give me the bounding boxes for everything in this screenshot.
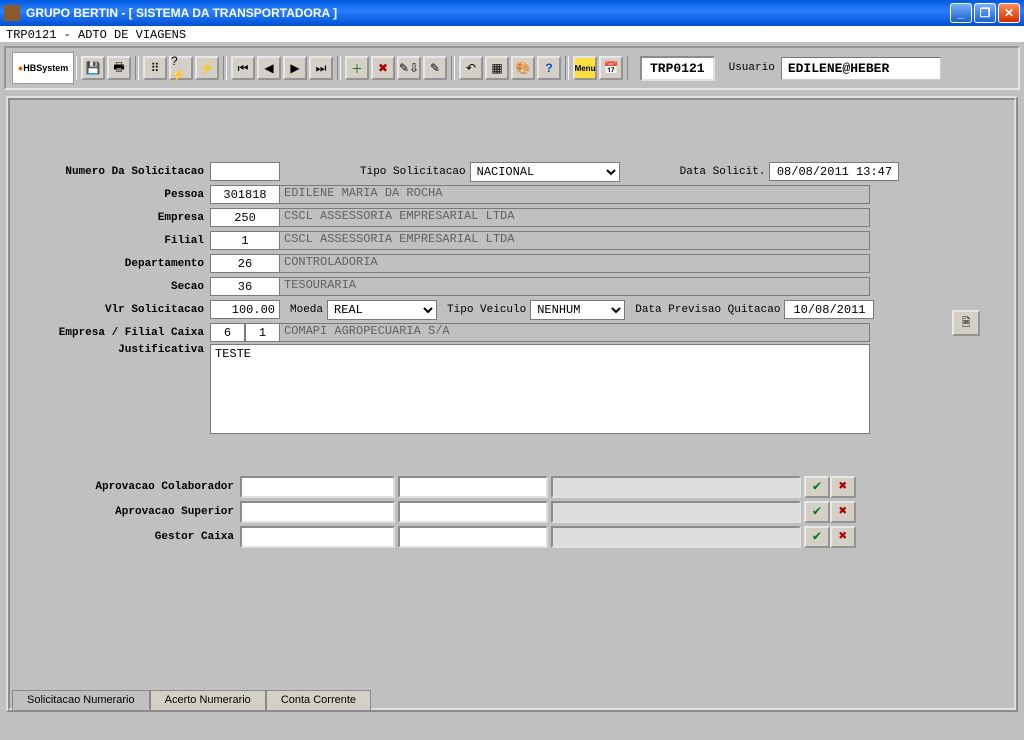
add-icon[interactable]: ＋ bbox=[345, 56, 369, 80]
screen-code: TRP0121 bbox=[640, 56, 715, 81]
label-aprov-superior: Aprovacao Superior bbox=[30, 506, 240, 518]
label-vlr: Vlr Solicitacao bbox=[30, 304, 210, 316]
aprov-colab-cell1 bbox=[240, 476, 395, 498]
menu-icon[interactable]: Menu bbox=[573, 56, 597, 80]
vendor-logo: ●HBSystem bbox=[12, 52, 74, 84]
tool-icon-1[interactable]: ⠿ bbox=[143, 56, 167, 80]
screen-subtitle: TRP0121 - ADTO DE VIAGENS bbox=[0, 26, 1024, 44]
lightning-icon[interactable]: ⚡ bbox=[195, 56, 219, 80]
undo-icon[interactable]: ↶ bbox=[459, 56, 483, 80]
grid-icon[interactable]: ▦ bbox=[485, 56, 509, 80]
print-icon[interactable]: 🖶 bbox=[107, 56, 131, 80]
aprov-sup-cell1 bbox=[240, 501, 395, 523]
label-aprov-colab: Aprovacao Colaborador bbox=[30, 481, 240, 493]
next-record-icon[interactable]: ▶ bbox=[283, 56, 307, 80]
select-moeda[interactable]: REAL bbox=[327, 300, 437, 320]
input-empresa-cod[interactable] bbox=[210, 208, 280, 227]
select-tipo[interactable]: NACIONAL bbox=[470, 162, 620, 182]
form-workspace: Numero Da Solicitacao Tipo Solicitacao N… bbox=[6, 96, 1018, 712]
display-pessoa-nome: EDILENE MARIA DA ROCHA bbox=[280, 185, 870, 204]
label-gestor-caixa: Gestor Caixa bbox=[30, 531, 240, 543]
label-emp-filial-caixa: Empresa / Filial Caixa bbox=[30, 327, 210, 339]
label-tipo-veiculo: Tipo Veiculo bbox=[437, 304, 530, 316]
label-justificativa: Justificativa bbox=[30, 344, 210, 356]
palette-icon[interactable]: 🎨 bbox=[511, 56, 535, 80]
tab-solicitacao[interactable]: Solicitacao Numerario bbox=[12, 690, 150, 710]
input-pessoa-cod[interactable] bbox=[210, 185, 280, 204]
aprov-colab-reject-button[interactable]: ✖ bbox=[830, 476, 856, 498]
textarea-justificativa[interactable]: TESTE bbox=[210, 344, 870, 434]
input-departamento-cod[interactable] bbox=[210, 254, 280, 273]
input-numero[interactable] bbox=[210, 162, 280, 181]
label-empresa: Empresa bbox=[30, 212, 210, 224]
select-tipo-veiculo[interactable]: NENHUM bbox=[530, 300, 625, 320]
main-toolbar: ●HBSystem 💾 🖶 ⠿ ?⚡ ⚡ ⏮ ◀ ▶ ⏭ ＋ ✖ ✎⇩ ✎ ↶ … bbox=[4, 46, 1020, 90]
usuario-label: Usuario bbox=[729, 62, 775, 74]
input-data-prev[interactable] bbox=[784, 300, 874, 319]
delete-icon[interactable]: ✖ bbox=[371, 56, 395, 80]
prev-record-icon[interactable]: ◀ bbox=[257, 56, 281, 80]
gestor-cell2 bbox=[398, 526, 548, 548]
help-icon[interactable]: ? bbox=[537, 56, 561, 80]
wizard-icon[interactable]: ?⚡ bbox=[169, 56, 193, 80]
input-emp-caixa[interactable] bbox=[210, 323, 245, 342]
input-data-solicit[interactable] bbox=[769, 162, 899, 181]
aprov-sup-reject-button[interactable]: ✖ bbox=[830, 501, 856, 523]
display-secao-nome: TESOURARIA bbox=[280, 277, 870, 296]
side-action-button[interactable]: 🗎 bbox=[952, 310, 980, 336]
input-secao-cod[interactable] bbox=[210, 277, 280, 296]
label-pessoa: Pessoa bbox=[30, 189, 210, 201]
minimize-button[interactable]: _ bbox=[950, 3, 972, 23]
gestor-cell1 bbox=[240, 526, 395, 548]
gestor-cell3 bbox=[551, 526, 801, 548]
window-title: GRUPO BERTIN - [ SISTEMA DA TRANSPORTADO… bbox=[26, 6, 950, 20]
first-record-icon[interactable]: ⏮ bbox=[231, 56, 255, 80]
label-data-prev: Data Previsao Quitacao bbox=[625, 304, 784, 316]
aprov-sup-cell3 bbox=[551, 501, 801, 523]
aprov-sup-cell2 bbox=[398, 501, 548, 523]
aprov-colab-cell2 bbox=[398, 476, 548, 498]
bottom-tabs: Solicitacao Numerario Acerto Numerario C… bbox=[12, 689, 371, 709]
usuario-value: EDILENE@HEBER bbox=[781, 57, 941, 80]
input-filial-caixa[interactable] bbox=[245, 323, 280, 342]
gestor-reject-button[interactable]: ✖ bbox=[830, 526, 856, 548]
label-secao: Secao bbox=[30, 281, 210, 293]
label-data-solicit: Data Solicit. bbox=[670, 166, 770, 178]
tab-acerto[interactable]: Acerto Numerario bbox=[150, 690, 266, 710]
label-filial: Filial bbox=[30, 235, 210, 247]
last-record-icon[interactable]: ⏭ bbox=[309, 56, 333, 80]
label-numero: Numero Da Solicitacao bbox=[30, 166, 210, 178]
maximize-button[interactable]: ❐ bbox=[974, 3, 996, 23]
edit-icon[interactable]: ✎⇩ bbox=[397, 56, 421, 80]
display-departamento-nome: CONTROLADORIA bbox=[280, 254, 870, 273]
label-departamento: Departamento bbox=[30, 258, 210, 270]
input-filial-cod[interactable] bbox=[210, 231, 280, 250]
app-icon bbox=[4, 5, 20, 21]
display-empresa-nome: CSCL ASSESSORIA EMPRESARIAL LTDA bbox=[280, 208, 870, 227]
tab-conta-corrente[interactable]: Conta Corrente bbox=[266, 690, 371, 710]
aprov-sup-approve-button[interactable]: ✔ bbox=[804, 501, 830, 523]
display-caixa-nome: COMAPI AGROPECUARIA S/A bbox=[280, 323, 870, 342]
close-button[interactable]: ✕ bbox=[998, 3, 1020, 23]
label-moeda: Moeda bbox=[280, 304, 327, 316]
calendar-icon[interactable]: 📅 bbox=[599, 56, 623, 80]
aprov-colab-approve-button[interactable]: ✔ bbox=[804, 476, 830, 498]
approvals-section: Aprovacao Colaborador ✔ ✖ Aprovacao Supe… bbox=[30, 474, 994, 549]
save-icon[interactable]: 💾 bbox=[81, 56, 105, 80]
label-tipo: Tipo Solicitacao bbox=[350, 166, 470, 178]
display-filial-nome: CSCL ASSESSORIA EMPRESARIAL LTDA bbox=[280, 231, 870, 250]
gestor-approve-button[interactable]: ✔ bbox=[804, 526, 830, 548]
clear-icon[interactable]: ✎ bbox=[423, 56, 447, 80]
input-vlr[interactable] bbox=[210, 300, 280, 319]
aprov-colab-cell3 bbox=[551, 476, 801, 498]
window-titlebar: GRUPO BERTIN - [ SISTEMA DA TRANSPORTADO… bbox=[0, 0, 1024, 26]
document-icon: 🗎 bbox=[962, 314, 971, 333]
